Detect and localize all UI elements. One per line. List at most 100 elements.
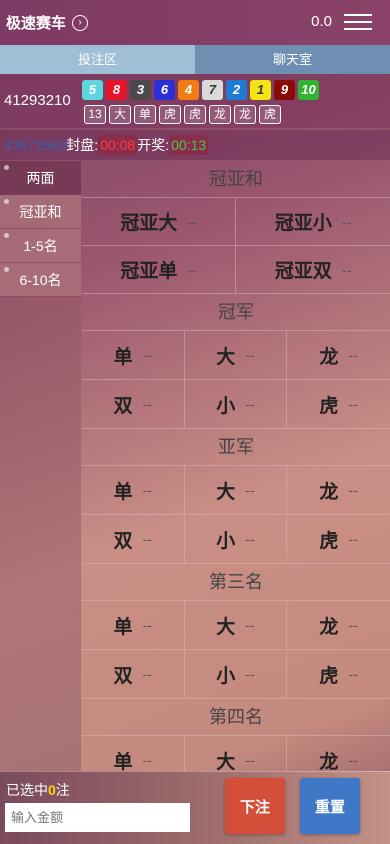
bet-row: 单 -- 大 -- 龙 -- [82,736,390,771]
result-ball: 5 [82,80,103,100]
bet-option-odds: -- [341,213,352,230]
countdown-row: 43672689封盘: 00:08 开奖: 00:13 [0,130,390,160]
bet-option-name: 双 [113,395,133,417]
place-bet-button[interactable]: 下注 [225,778,285,834]
bet-option-name: 大 [216,346,236,368]
bet-option-name: 单 [113,346,133,368]
bet-option-odds: -- [142,347,152,363]
bet-row: 冠亚大 -- 冠亚小 -- [82,198,390,246]
result-ball: 7 [202,80,223,100]
close-countdown: 00:08 [98,135,138,155]
result-ball: 3 [130,80,151,100]
nav-item-liangmian[interactable]: 两面 [0,161,81,195]
betting-content: 冠亚和 冠亚大 -- 冠亚小 -- 冠亚单 -- 冠亚双 -- 冠军单 -- 大 -- 龙 -- 双… [82,161,390,771]
bet-option[interactable]: 单 -- [82,601,185,649]
bet-option-name: 龙 [319,616,339,638]
tab-chat[interactable]: 聊天室 [195,45,390,74]
bet-option-name: 冠亚大 [120,213,178,234]
bet-option-name: 单 [113,616,133,638]
bet-option[interactable]: 单 -- [82,331,185,379]
result-ball: 9 [274,80,295,100]
section-title-rank: 亚军 [82,429,390,466]
bet-option[interactable]: 龙 -- [287,601,390,649]
bet-option-odds: -- [245,396,255,412]
bet-option[interactable]: 大 -- [185,331,288,379]
bet-option[interactable]: 虎 -- [287,650,390,698]
result-balls: 5 8 3 6 4 7 2 1 9 10 [82,80,319,100]
result-tag: 单 [134,105,156,124]
result-ball: 4 [178,80,199,100]
result-tag: 龙 [209,105,231,124]
bet-option[interactable]: 冠亚双 -- [236,246,390,293]
bet-option-name: 大 [216,481,236,503]
bet-option[interactable]: 小 -- [185,380,288,428]
side-nav: 两面 冠亚和 1-5名 6-10名 [0,161,81,771]
menu-icon[interactable] [344,9,372,35]
bet-option-name: 虎 [319,665,339,687]
bet-option[interactable]: 大 -- [185,466,288,514]
bet-option[interactable]: 龙 -- [287,331,390,379]
bet-option[interactable]: 虎 -- [287,380,390,428]
bet-option-name: 小 [216,395,236,417]
result-ball: 2 [226,80,247,100]
bet-option-odds: -- [142,666,152,682]
bet-row: 冠亚单 -- 冠亚双 -- [82,246,390,294]
bet-row: 单 -- 大 -- 龙 -- [82,601,390,650]
bet-option[interactable]: 龙 -- [287,466,390,514]
nav-item-guanyahe[interactable]: 冠亚和 [0,195,81,229]
bet-option-odds: -- [245,482,255,498]
result-tag: 虎 [259,105,281,124]
bet-option-name: 虎 [319,530,339,552]
nav-item-6-10[interactable]: 6-10名 [0,263,81,297]
bet-option[interactable]: 双 -- [82,380,185,428]
bet-option-odds: -- [348,752,358,768]
bet-option-odds: -- [187,213,197,230]
bet-option-name: 小 [216,665,236,687]
bullet-dot [4,267,9,272]
bet-row: 单 -- 大 -- 龙 -- [82,466,390,515]
result-ball: 6 [154,80,175,100]
bullet-dot [4,233,9,238]
section-title-rank: 冠军 [82,294,390,331]
balance-display: 0.0 [311,13,332,30]
tab-betting[interactable]: 投注区 [0,45,195,74]
bet-option-odds: -- [142,396,152,412]
bet-option-odds: -- [142,617,152,633]
bet-option[interactable]: 虎 -- [287,515,390,563]
bet-option[interactable]: 小 -- [185,515,288,563]
bet-option-odds: -- [348,482,358,498]
bet-option[interactable]: 龙 -- [287,736,390,772]
bet-option[interactable]: 小 -- [185,650,288,698]
bet-option-odds: -- [187,261,197,278]
bet-option-name: 小 [216,530,236,552]
bet-option-name: 冠亚双 [274,261,332,282]
bullet-dot [4,165,9,170]
nav-item-1-5[interactable]: 1-5名 [0,229,81,263]
bet-option[interactable]: 冠亚小 -- [236,198,390,245]
bet-option[interactable]: 大 -- [185,601,288,649]
bet-option[interactable]: 冠亚大 -- [82,198,236,245]
bet-option[interactable]: 单 -- [82,736,185,771]
result-tags: 13 大单虎虎龙龙虎 [84,105,281,124]
chevron-right-circle-icon[interactable]: › [72,14,89,31]
page-title: 极速赛车 [6,15,67,32]
rank-sections: 冠军单 -- 大 -- 龙 -- 双 -- 小 -- 虎 -- 亚军单 -- 大 -- 龙 -- 双 -- 小 -- 虎 --… [82,294,390,771]
bet-footer: 已选中0注 下注 重置 [0,771,390,844]
bullet-dot [4,199,9,204]
bet-option[interactable]: 冠亚单 -- [82,246,236,293]
bet-option-name: 大 [216,751,236,772]
bet-option-name: 单 [113,751,133,772]
bet-option[interactable]: 大 -- [185,736,288,771]
amount-input[interactable] [5,803,190,832]
bet-option-odds: -- [245,617,255,633]
bet-option-odds: -- [142,531,152,547]
bet-option-name: 龙 [319,751,339,772]
bet-row: 单 -- 大 -- 龙 -- [82,331,390,380]
bet-option-odds: -- [348,396,358,412]
bet-option[interactable]: 双 -- [82,515,185,563]
reset-button[interactable]: 重置 [300,778,360,834]
bet-option[interactable]: 单 -- [82,466,185,514]
bet-option[interactable]: 双 -- [82,650,185,698]
bet-option-name: 单 [113,481,133,503]
selected-count-text: 已选中0注 [6,782,70,798]
